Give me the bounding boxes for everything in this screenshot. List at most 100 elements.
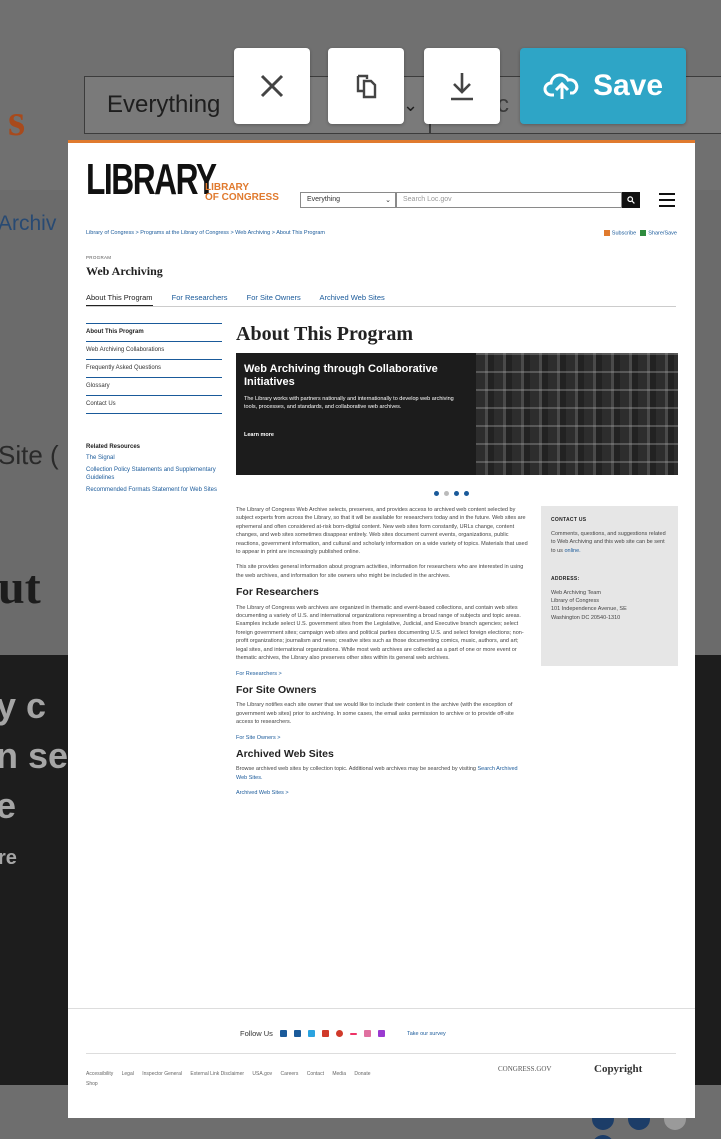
- archived-sites-heading: Archived Web Sites: [236, 747, 334, 760]
- footer-link[interactable]: USA.gov: [252, 1071, 272, 1077]
- copy-button[interactable]: [328, 48, 404, 124]
- footer-link[interactable]: Careers: [281, 1071, 299, 1077]
- footer-link[interactable]: Shop: [86, 1081, 98, 1087]
- footer-link[interactable]: Media: [332, 1071, 346, 1077]
- menu-icon[interactable]: [659, 193, 675, 207]
- social-icon[interactable]: [279, 1030, 287, 1037]
- archived-sites-link[interactable]: Archived Web Sites >: [236, 790, 289, 796]
- close-icon: [260, 74, 284, 98]
- search-icon: [627, 196, 635, 204]
- youtube-icon[interactable]: [321, 1030, 329, 1037]
- download-icon: [451, 73, 473, 101]
- follow-us: Follow Us Take our survey: [240, 1029, 446, 1038]
- breadcrumb[interactable]: Library of Congress > Programs at the Li…: [86, 230, 325, 236]
- background-hero-line: n se: [0, 735, 69, 776]
- background-hero-line: y c: [0, 685, 47, 726]
- copyright-logo[interactable]: Copyright: [594, 1063, 642, 1075]
- sidebar: About This Program Web Archiving Collabo…: [86, 323, 222, 494]
- tab-archived-sites[interactable]: Archived Web Sites: [319, 293, 384, 302]
- address-heading: ADDRESS:: [551, 575, 580, 582]
- page-title: About This Program: [236, 323, 414, 345]
- related-resources-heading: Related Resources: [86, 444, 141, 450]
- site-owners-link[interactable]: For Site Owners >: [236, 735, 280, 741]
- survey-link[interactable]: Take our survey: [407, 1031, 446, 1037]
- background-scope-value: Everything: [107, 91, 221, 118]
- congress-gov-logo[interactable]: CONGRESS.GOV: [498, 1065, 551, 1073]
- sidebar-item-faq[interactable]: Frequently Asked Questions: [86, 360, 222, 378]
- background-logo-fragment: s: [8, 96, 26, 145]
- close-button[interactable]: [234, 48, 310, 124]
- footer-link[interactable]: Donate: [354, 1071, 370, 1077]
- footer-link[interactable]: Legal: [122, 1071, 134, 1077]
- carousel-dot[interactable]: [444, 491, 449, 496]
- share-link[interactable]: Share/Save: [648, 230, 677, 236]
- save-button[interactable]: Save: [520, 48, 686, 124]
- intro-paragraph: This site provides general information a…: [236, 564, 524, 579]
- carousel-dots: [434, 483, 474, 501]
- related-link-policy[interactable]: Collection Policy Statements and Supplem…: [86, 466, 222, 482]
- download-button[interactable]: [424, 48, 500, 124]
- related-link-formats[interactable]: Recommended Formats Statement for Web Si…: [86, 486, 222, 494]
- hero-image-shelves: [476, 353, 678, 475]
- footer-link[interactable]: Contact: [307, 1071, 324, 1077]
- address-line: Washington DC 20540-1310: [551, 614, 621, 621]
- cloud-upload-icon: [543, 73, 579, 99]
- podcast-icon[interactable]: [377, 1030, 385, 1037]
- search-scope-select[interactable]: Everything ⌄: [300, 192, 396, 208]
- facebook-icon[interactable]: [293, 1030, 301, 1037]
- address-line: 101 Independence Avenue, SE: [551, 606, 627, 613]
- site-footer: Follow Us Take our survey Accessibility …: [68, 1008, 695, 1118]
- search-button[interactable]: [622, 192, 640, 208]
- instagram-icon[interactable]: [363, 1030, 371, 1037]
- footer-link[interactable]: Accessibility: [86, 1071, 113, 1077]
- related-link-signal[interactable]: The Signal: [86, 454, 222, 462]
- carousel-dot[interactable]: [464, 491, 469, 496]
- footer-link[interactable]: Inspector General: [142, 1071, 182, 1077]
- footer-link[interactable]: External Link Disclaimer: [190, 1071, 244, 1077]
- site-logo[interactable]: LIBRARY: [86, 155, 217, 205]
- researchers-link[interactable]: For Researchers >: [236, 671, 282, 677]
- chevron-down-icon: ⌄: [403, 95, 419, 115]
- twitter-icon[interactable]: [307, 1030, 315, 1037]
- sidebar-item-collaborations[interactable]: Web Archiving Collaborations: [86, 342, 222, 360]
- share-icon: [640, 230, 647, 236]
- intro-paragraph: The Library of Congress Web Archive sele…: [236, 507, 528, 556]
- page-capture-preview: LIBRARY LIBRARY OF CONGRESS Everything ⌄ S…: [68, 140, 695, 1118]
- footer-links: Accessibility Legal Inspector General Ex…: [86, 1069, 506, 1089]
- address-line: Library of Congress: [551, 598, 599, 605]
- subscribe-link[interactable]: Subscribe: [612, 230, 636, 236]
- tab-site-owners[interactable]: For Site Owners: [247, 293, 301, 302]
- copy-icon: [356, 74, 377, 99]
- address-line: Web Archiving Team: [551, 590, 601, 597]
- flickr-icon[interactable]: [349, 1032, 357, 1035]
- background-about-fragment: ut: [0, 561, 41, 614]
- background-hero-line: e: [0, 785, 17, 826]
- tab-researchers[interactable]: For Researchers: [172, 293, 228, 302]
- tab-about[interactable]: About This Program: [86, 293, 153, 307]
- carousel-dot: [592, 1135, 614, 1139]
- site-owners-paragraph: The Library notifies each site owner tha…: [236, 702, 514, 726]
- carousel-dot[interactable]: [434, 491, 439, 496]
- contact-online-link[interactable]: online.: [564, 548, 580, 554]
- researchers-paragraph: The Library of Congress web archives are…: [236, 604, 524, 662]
- background-breadcrumb-fragment: Archiv: [0, 212, 57, 235]
- main-content: About This Program Web Archiving through…: [236, 323, 678, 796]
- contact-heading: CONTACT US: [551, 517, 587, 523]
- sidebar-item-glossary[interactable]: Glossary: [86, 378, 222, 396]
- search-scope-value: Everything: [307, 196, 341, 203]
- article-body: The Library of Congress Web Archive sele…: [236, 506, 528, 805]
- program-tabs: About This Program For Researchers For S…: [86, 293, 402, 307]
- background-site-fragment: Site (: [0, 440, 59, 470]
- pinterest-icon[interactable]: [335, 1030, 343, 1037]
- hero-learn-more-link[interactable]: Learn more: [244, 432, 274, 438]
- save-label: Save: [592, 69, 664, 102]
- search-input[interactable]: Search Loc.gov: [396, 192, 622, 208]
- archived-sites-paragraph: Browse archived web sites by collection …: [236, 766, 476, 773]
- carousel-dot[interactable]: [454, 491, 459, 496]
- sidebar-item-contact[interactable]: Contact Us: [86, 396, 222, 414]
- sidebar-item-about[interactable]: About This Program: [86, 323, 222, 342]
- hero-banner[interactable]: Web Archiving through Collaborative Init…: [236, 353, 678, 475]
- divider: [86, 306, 676, 307]
- program-title: Web Archiving: [86, 264, 163, 278]
- logo-sub-line: OF CONGRESS: [205, 192, 279, 203]
